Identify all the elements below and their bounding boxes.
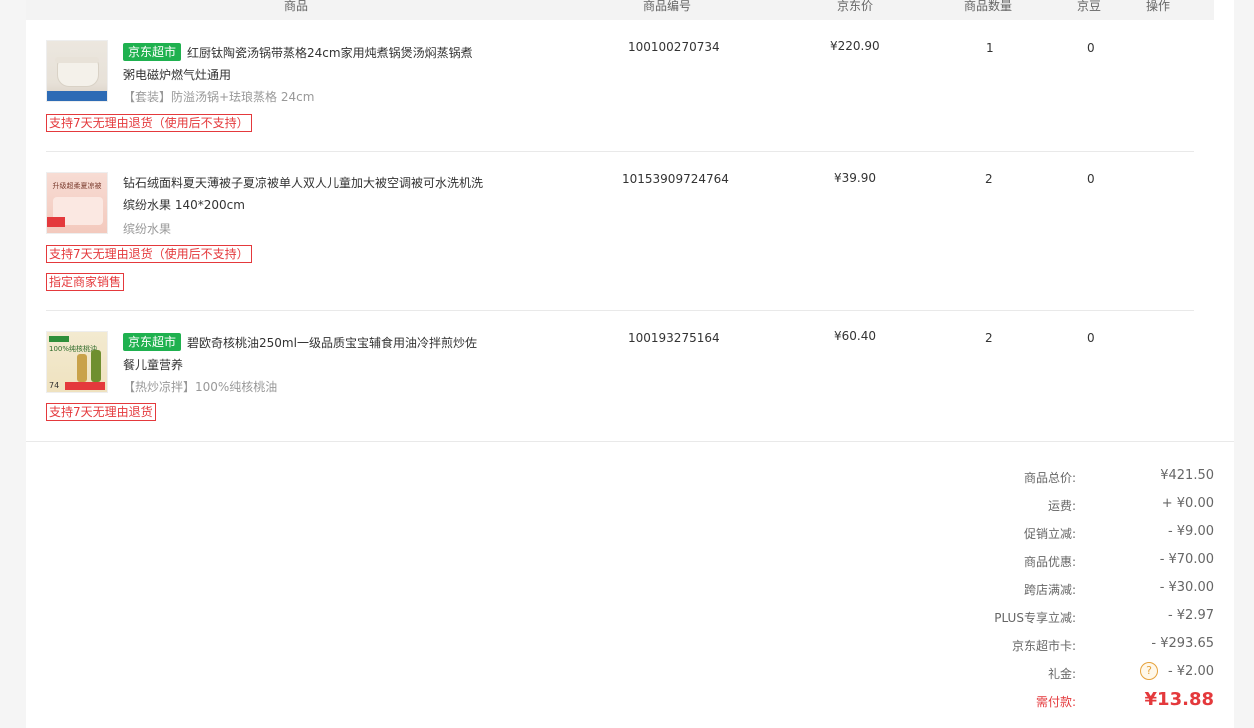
order-item-row: 升级超柔夏凉被 钻石绒面料夏天薄被子夏凉被单人双人儿童加大被空调被可水洗机洗 缤… [26, 152, 1234, 311]
product-quantity: 1 [986, 41, 994, 55]
header-product-id: 商品编号 [643, 0, 692, 13]
summary-value-plus: - ¥2.97 [1167, 608, 1214, 623]
product-price: ¥60.40 [834, 329, 876, 343]
designated-seller-badge: 指定商家销售 [46, 273, 125, 291]
header-action: 操作 [1146, 0, 1171, 13]
summary-label-promotion: 促销立减: [1023, 527, 1076, 541]
order-item-row: 100%纯核桃油 74 京东超市 碧欧奇核桃油250ml一级品质宝宝辅食用油冷拌煎… [26, 311, 1234, 441]
product-thumbnail[interactable] [46, 40, 108, 102]
summary-label-plus: PLUS专享立减: [994, 611, 1076, 625]
return-policy-badge: 支持7天无理由退货（使用后不支持） [46, 114, 252, 132]
order-panel: 商品 商品编号 京东价 商品数量 京豆 操作 京东超市 红厨钛陶瓷汤锅带蒸格24c… [26, 0, 1234, 728]
help-icon[interactable]: ? [1140, 662, 1158, 680]
product-spec: 【热炒凉拌】100%纯核桃油 [123, 380, 278, 394]
header-price: 京东价 [837, 0, 874, 13]
summary-label-cross-store: 跨店满减: [1023, 583, 1076, 597]
product-id: 100100270734 [628, 40, 720, 54]
product-name[interactable]: 京东超市 碧欧奇核桃油250ml一级品质宝宝辅食用油冷拌煎炒佐餐儿童营养 [123, 332, 483, 376]
thumbnail-caption: 升级超柔夏凉被 [52, 182, 102, 190]
header-quantity: 商品数量 [964, 0, 1013, 13]
summary-label-amount-due: 需付款: [1035, 695, 1076, 709]
product-quantity: 2 [985, 331, 993, 345]
product-id: 100193275164 [628, 331, 720, 345]
return-policy-badge: 支持7天无理由退货 [46, 403, 156, 421]
summary-value-total-price: ¥421.50 [1160, 468, 1214, 483]
thumbnail-price: 74 [49, 381, 60, 390]
summary-divider [26, 441, 1234, 442]
table-header: 商品 商品编号 京东价 商品数量 京豆 操作 [26, 0, 1214, 20]
summary-value-amount-due: ¥13.88 [1144, 689, 1214, 710]
product-name[interactable]: 京东超市 红厨钛陶瓷汤锅带蒸格24cm家用炖煮锅煲汤焖蒸锅煮粥电磁炉燃气灶通用 [123, 42, 483, 86]
summary-value-cross-store: - ¥30.00 [1159, 580, 1214, 595]
summary-value-coupon: - ¥70.00 [1159, 552, 1214, 567]
product-jingdou: 0 [1087, 172, 1095, 186]
product-name-text[interactable]: 钻石绒面料夏天薄被子夏凉被单人双人儿童加大被空调被可水洗机洗 缤纷水果 140*… [123, 176, 483, 212]
summary-value-shipping: + ¥0.00 [1161, 496, 1214, 511]
summary-label-total-price: 商品总价: [1023, 471, 1076, 485]
product-jingdou: 0 [1087, 41, 1095, 55]
jd-supermarket-tag: 京东超市 [123, 43, 182, 61]
product-jingdou: 0 [1087, 331, 1095, 345]
product-price: ¥220.90 [830, 39, 880, 53]
summary-label-shipping: 运费: [1047, 499, 1076, 513]
product-name[interactable]: 钻石绒面料夏天薄被子夏凉被单人双人儿童加大被空调被可水洗机洗 缤纷水果 140*… [123, 172, 483, 216]
summary-label-supermarket-card: 京东超市卡: [1011, 639, 1076, 653]
header-jingdou: 京豆 [1077, 0, 1102, 13]
thumbnail-caption: 100%纯核桃油 [49, 345, 98, 353]
jd-supermarket-tag: 京东超市 [123, 333, 182, 351]
product-thumbnail[interactable]: 100%纯核桃油 74 [46, 331, 108, 393]
order-item-row: 京东超市 红厨钛陶瓷汤锅带蒸格24cm家用炖煮锅煲汤焖蒸锅煮粥电磁炉燃气灶通用 【… [26, 20, 1234, 152]
product-thumbnail[interactable]: 升级超柔夏凉被 [46, 172, 108, 234]
product-price: ¥39.90 [834, 171, 876, 185]
summary-value-supermarket-card: - ¥293.65 [1151, 636, 1214, 651]
summary-label-gift-money: 礼金: [1047, 667, 1076, 681]
product-quantity: 2 [985, 172, 993, 186]
header-product: 商品 [284, 0, 309, 13]
product-id: 10153909724764 [622, 172, 729, 186]
summary-value-promotion: - ¥9.00 [1167, 524, 1214, 539]
product-spec: 缤纷水果 [123, 222, 172, 236]
product-spec: 【套装】防溢汤锅+珐琅蒸格 24cm [123, 90, 315, 104]
return-policy-badge: 支持7天无理由退货（使用后不支持） [46, 245, 252, 263]
summary-label-coupon: 商品优惠: [1023, 555, 1076, 569]
